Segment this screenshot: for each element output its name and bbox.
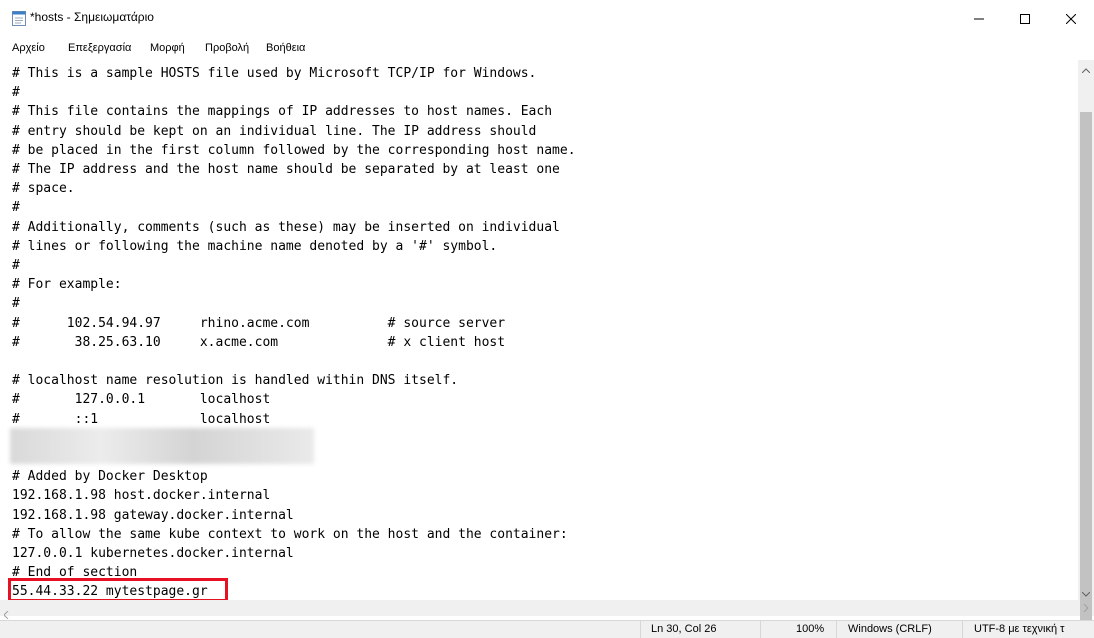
menu-format[interactable]: Μορφή [150,42,185,54]
maximize-button[interactable] [1002,0,1048,36]
close-button[interactable] [1048,0,1094,36]
vertical-scrollbar[interactable] [1078,60,1094,632]
status-encoding: UTF-8 με τεχνική τ [974,623,1065,635]
status-zoom: 100% [796,623,825,635]
highlighted-line-box [8,578,228,602]
status-cursor-position: Ln 30, Col 26 [651,623,717,635]
title-bar: *hosts - Σημειωματάριο [0,0,1094,36]
maximize-icon [1020,9,1030,28]
menu-bar: Αρχείο Επεξεργασία Μορφή Προβολή Βοήθεια [0,40,1094,60]
close-icon [1065,9,1077,28]
text-editor[interactable]: # This is a sample HOSTS file used by Mi… [0,60,1078,600]
menu-edit[interactable]: Επεξεργασία [68,42,131,54]
status-divider [640,621,641,638]
notepad-icon [12,10,26,26]
status-divider [962,621,963,638]
minimize-button[interactable] [956,0,1002,36]
status-bar: Ln 30, Col 26 100% Windows (CRLF) UTF-8 … [0,620,1094,638]
horizontal-scrollbar[interactable] [0,600,1078,620]
menu-help[interactable]: Βοήθεια [266,42,305,54]
status-divider [760,621,761,638]
status-divider [836,621,837,638]
vertical-scroll-thumb[interactable] [1080,112,1092,632]
redacted-region [10,428,314,464]
scroll-right-icon[interactable] [1078,600,1094,616]
menu-view[interactable]: Προβολή [205,42,249,54]
status-line-ending: Windows (CRLF) [848,623,932,635]
window-title: *hosts - Σημειωματάριο [30,10,154,24]
scroll-up-icon[interactable] [1078,62,1094,78]
editor-content[interactable]: # This is a sample HOSTS file used by Mi… [12,64,576,600]
menu-file[interactable]: Αρχείο [12,42,45,54]
minimize-icon [974,9,984,28]
